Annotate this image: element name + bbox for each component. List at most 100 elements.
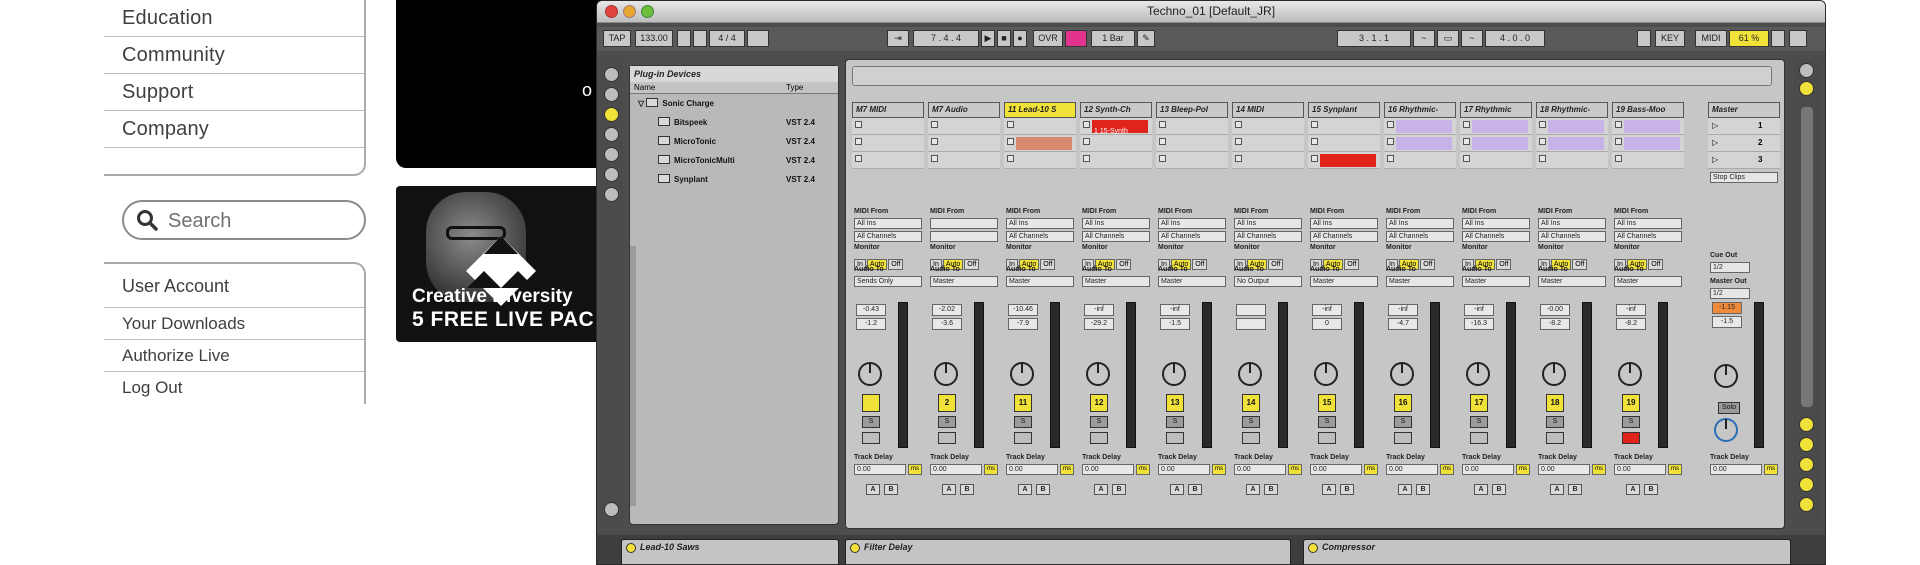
track-pan-knob[interactable]	[858, 362, 882, 386]
device-on-icon[interactable]	[1308, 543, 1318, 553]
monitor-off-button[interactable]: Off	[1268, 259, 1284, 270]
midi-map-button[interactable]: MIDI	[1695, 30, 1727, 47]
track-pan-knob[interactable]	[1010, 362, 1034, 386]
track-pan-knob[interactable]	[1086, 362, 1110, 386]
device-on-icon[interactable]	[850, 543, 860, 553]
arrangement-view-icon[interactable]	[1799, 63, 1814, 78]
crossfader-toggle-icon[interactable]	[1799, 497, 1814, 512]
track-pan-knob[interactable]	[1542, 362, 1566, 386]
track-activator-button[interactable]: 16	[1394, 394, 1412, 412]
delay-unit-button[interactable]: ms	[1136, 464, 1150, 475]
device-on-icon[interactable]	[626, 543, 636, 553]
clip-launch-icon[interactable]	[1311, 121, 1318, 128]
device-filter-delay[interactable]: Filter Delay	[845, 539, 1291, 564]
record-button[interactable]: ●	[1013, 30, 1027, 47]
crossfade-a-button[interactable]: A	[1322, 484, 1336, 495]
delay-unit-button[interactable]: ms	[1060, 464, 1074, 475]
clip-launch-icon[interactable]	[855, 138, 862, 145]
clip-launch-icon[interactable]	[1235, 121, 1242, 128]
browser-folder[interactable]: ▽ Sonic Charge	[630, 94, 838, 113]
input-type-select[interactable]: All Ins	[1538, 218, 1606, 229]
mixer-toggle-icon[interactable]	[1799, 477, 1814, 492]
browser-item[interactable]: MicroTonic VST 2.4	[630, 132, 838, 151]
crossfade-b-button[interactable]: B	[960, 484, 974, 495]
track-header[interactable]: 14 MIDI	[1232, 102, 1304, 118]
arm-button[interactable]	[1242, 432, 1260, 444]
crossfade-a-button[interactable]: A	[1018, 484, 1032, 495]
input-channel-select[interactable]: All Channels	[1462, 231, 1530, 242]
crossfade-b-button[interactable]: B	[1644, 484, 1658, 495]
track-header[interactable]: 18 Rhythmic-	[1536, 102, 1608, 118]
clip-launch-icon[interactable]	[1007, 121, 1014, 128]
monitor-off-button[interactable]: Off	[1572, 259, 1588, 270]
metronome-button[interactable]	[747, 30, 769, 47]
input-type-select[interactable]: All Ins	[854, 218, 922, 229]
arm-button[interactable]	[1470, 432, 1488, 444]
clip-launch-icon[interactable]	[1235, 155, 1242, 162]
track-delay-field[interactable]: 0.00	[1462, 464, 1514, 475]
track-pan-knob[interactable]	[1238, 362, 1262, 386]
nav-item-community[interactable]: Community	[104, 37, 364, 74]
crossfade-b-button[interactable]: B	[1112, 484, 1126, 495]
clip-slot[interactable]	[1004, 118, 1076, 135]
clip-launch-icon[interactable]	[1083, 138, 1090, 145]
clip-launch-icon[interactable]	[1387, 138, 1394, 145]
track-pan-value[interactable]: -16.3	[1464, 318, 1494, 330]
device-compressor[interactable]: Compressor	[1303, 539, 1791, 564]
input-channel-select[interactable]	[930, 231, 998, 242]
clip-slot[interactable]	[1536, 118, 1608, 135]
input-channel-select[interactable]: All Channels	[854, 231, 922, 242]
input-channel-select[interactable]: All Channels	[1006, 231, 1074, 242]
clip-slot[interactable]	[1156, 135, 1228, 152]
solo-button[interactable]: S	[1242, 416, 1260, 428]
arm-button[interactable]	[862, 432, 880, 444]
input-type-select[interactable]: All Ins	[1234, 218, 1302, 229]
crossfade-b-button[interactable]: B	[1416, 484, 1430, 495]
track-pan-knob[interactable]	[1390, 362, 1414, 386]
account-item-authorize[interactable]: Authorize Live	[104, 340, 364, 372]
solo-button[interactable]: S	[1546, 416, 1564, 428]
nudge-down-button[interactable]	[677, 30, 691, 47]
cue-out-select[interactable]: 1/2	[1710, 262, 1750, 273]
clip-slot[interactable]	[1156, 152, 1228, 169]
arm-button[interactable]	[1014, 432, 1032, 444]
arm-button[interactable]	[1318, 432, 1336, 444]
clip-launch-icon[interactable]	[931, 155, 938, 162]
scene-launch-3[interactable]: ▷ 3	[1708, 152, 1780, 169]
browser-scrollbar[interactable]	[630, 246, 636, 506]
key-map-button[interactable]: KEY	[1655, 30, 1685, 47]
monitor-off-button[interactable]: Off	[1648, 259, 1664, 270]
devices-tab-icon[interactable]	[604, 87, 619, 102]
clip-slot[interactable]	[1004, 152, 1076, 169]
clip-slot[interactable]	[1536, 135, 1608, 152]
output-select[interactable]: Master	[930, 276, 998, 287]
solo-button[interactable]: S	[938, 416, 956, 428]
track-pan-value[interactable]: 0	[1312, 318, 1342, 330]
input-type-select[interactable]: All Ins	[1462, 218, 1530, 229]
clip-slot[interactable]: 1 15-Synth	[1080, 118, 1152, 135]
file-browser-1-icon[interactable]	[604, 147, 619, 162]
track-volume-value[interactable]: -inf	[1160, 304, 1190, 316]
input-type-select[interactable]: All Ins	[1614, 218, 1682, 229]
input-channel-select[interactable]: All Channels	[1158, 231, 1226, 242]
stop-clips-button[interactable]: Stop Clips	[1710, 172, 1778, 183]
track-volume-value[interactable]: -inf	[1464, 304, 1494, 316]
track-activator-button[interactable]: 13	[1166, 394, 1184, 412]
clip-launch-icon[interactable]	[1539, 138, 1546, 145]
loop-length-field[interactable]: 4 . 0 . 0	[1485, 30, 1545, 47]
monitor-off-button[interactable]: Off	[1192, 259, 1208, 270]
track-activator-button[interactable]: 18	[1546, 394, 1564, 412]
track-pan-value[interactable]: -7.9	[1008, 318, 1038, 330]
nav-item-education[interactable]: Education	[104, 0, 364, 37]
clip-slot[interactable]	[1232, 118, 1304, 135]
clip-slot[interactable]	[1460, 135, 1532, 152]
track-header[interactable]: 12 Synth-Ch	[1080, 102, 1152, 118]
delay-unit-button[interactable]: ms	[908, 464, 922, 475]
clip-launch-icon[interactable]	[1007, 155, 1014, 162]
input-type-select[interactable]: All Ins	[1082, 218, 1150, 229]
clip-slot[interactable]	[1080, 152, 1152, 169]
track-volume-value[interactable]: -inf	[1388, 304, 1418, 316]
output-select[interactable]: Master	[1462, 276, 1530, 287]
clip[interactable]	[1472, 120, 1528, 133]
clip-slot[interactable]	[1308, 152, 1380, 169]
